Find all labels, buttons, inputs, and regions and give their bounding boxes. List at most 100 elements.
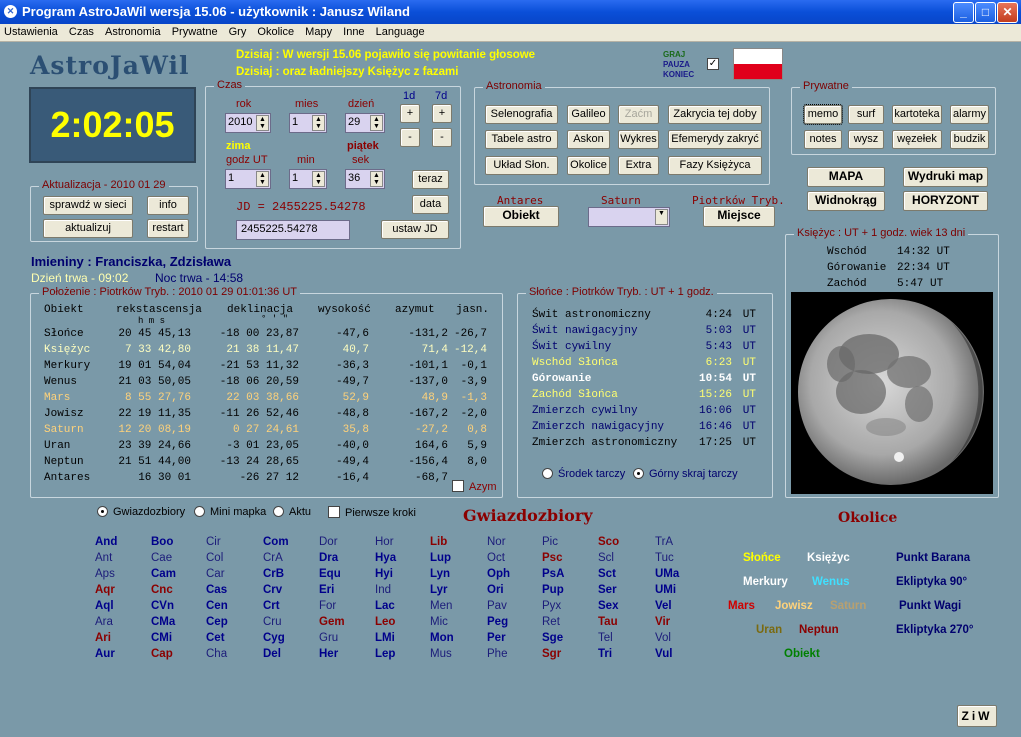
constellation-oct[interactable]: Oct bbox=[487, 552, 505, 564]
gorny-skraj-radio[interactable]: Górny skraj tarczy bbox=[633, 468, 738, 480]
minus-1d-button[interactable]: - bbox=[400, 128, 420, 147]
mapa-button[interactable]: MAPA bbox=[807, 167, 885, 187]
okolice-punkt-barana[interactable]: Punkt Barana bbox=[896, 552, 970, 564]
polish-flag-icon[interactable] bbox=[733, 48, 783, 80]
menu-prywatne[interactable]: Prywatne bbox=[168, 24, 222, 38]
constellation-cen[interactable]: Cen bbox=[206, 600, 228, 612]
constellation-mic[interactable]: Mic bbox=[430, 616, 448, 628]
constellation-aur[interactable]: Aur bbox=[95, 648, 115, 660]
game-graj[interactable]: GRAJ bbox=[663, 50, 694, 60]
mini-mapka-radio[interactable]: Mini mapka bbox=[194, 506, 266, 518]
constellation-tau[interactable]: Tau bbox=[598, 616, 618, 628]
constellation-sco[interactable]: Sco bbox=[598, 536, 619, 548]
constellation-scl[interactable]: Scl bbox=[598, 552, 614, 564]
galileo-button[interactable]: Galileo bbox=[567, 105, 610, 124]
constellation-hor[interactable]: Hor bbox=[375, 536, 394, 548]
wezelek-button[interactable]: węzełek bbox=[892, 130, 942, 149]
game-checkbox[interactable]: ✓ bbox=[707, 58, 719, 70]
constellation-equ[interactable]: Equ bbox=[319, 568, 341, 580]
restart-button[interactable]: restart bbox=[147, 219, 189, 238]
plus-7d-button[interactable]: + bbox=[432, 104, 452, 123]
planet-select[interactable]: ▼ bbox=[588, 207, 670, 227]
constellation-crt[interactable]: Crt bbox=[263, 600, 280, 612]
alarmy-button[interactable]: alarmy bbox=[950, 105, 989, 124]
constellation-del[interactable]: Del bbox=[263, 648, 281, 660]
game-pauza[interactable]: PAUZA bbox=[663, 60, 694, 70]
wysz-button[interactable]: wysz bbox=[848, 130, 884, 149]
gwiazdozbiory-radio[interactable]: Gwiazdozbiory bbox=[97, 506, 185, 518]
constellation-tel[interactable]: Tel bbox=[598, 632, 613, 644]
constellation-crv[interactable]: Crv bbox=[263, 584, 282, 596]
constellation-sct[interactable]: Sct bbox=[598, 568, 616, 580]
mies-spinner[interactable]: 1 ▲ ▼ bbox=[289, 113, 327, 133]
ziw-button[interactable]: ZiW bbox=[957, 705, 997, 727]
uklad-slon-button[interactable]: Układ Słon. bbox=[485, 156, 558, 175]
menu-astronomia[interactable]: Astronomia bbox=[101, 24, 165, 38]
constellation-lep[interactable]: Lep bbox=[375, 648, 395, 660]
godz-spinner[interactable]: 1 ▲ ▼ bbox=[225, 169, 271, 189]
check-online-button[interactable]: sprawdź w sieci bbox=[43, 196, 133, 215]
okolice-ksiezyc[interactable]: Księżyc bbox=[807, 552, 850, 564]
zakrycia-button[interactable]: Zakrycia tej doby bbox=[668, 105, 762, 124]
close-button[interactable]: ✕ bbox=[997, 2, 1018, 23]
constellation-cep[interactable]: Cep bbox=[206, 616, 228, 628]
constellation-ori[interactable]: Ori bbox=[487, 584, 504, 596]
constellation-ret[interactable]: Ret bbox=[542, 616, 560, 628]
constellation-cae[interactable]: Cae bbox=[151, 552, 172, 564]
constellation-lyr[interactable]: Lyr bbox=[430, 584, 447, 596]
constellation-mon[interactable]: Mon bbox=[430, 632, 454, 644]
constellation-her[interactable]: Her bbox=[319, 648, 338, 660]
okolice-jowisz[interactable]: Jowisz bbox=[775, 600, 813, 612]
menu-czas[interactable]: Czas bbox=[65, 24, 98, 38]
min-spinner[interactable]: 1 ▲ ▼ bbox=[289, 169, 327, 189]
constellation-aqr[interactable]: Aqr bbox=[95, 584, 115, 596]
menu-language[interactable]: Language bbox=[372, 24, 429, 38]
constellation-lmi[interactable]: LMi bbox=[375, 632, 395, 644]
extra-button[interactable]: Extra bbox=[618, 156, 659, 175]
constellation-tri[interactable]: Tri bbox=[598, 648, 612, 660]
plus-1d-button[interactable]: + bbox=[400, 104, 420, 123]
aktu-radio[interactable]: Aktu bbox=[273, 506, 311, 518]
constellation-psa[interactable]: PsA bbox=[542, 568, 564, 580]
constellation-cnc[interactable]: Cnc bbox=[151, 584, 173, 596]
menu-okolice[interactable]: Okolice bbox=[253, 24, 298, 38]
constellation-eri[interactable]: Eri bbox=[319, 584, 334, 596]
constellation-peg[interactable]: Peg bbox=[487, 616, 508, 628]
horyzont-button[interactable]: HORYZONT bbox=[903, 191, 988, 211]
constellation-men[interactable]: Men bbox=[430, 600, 452, 612]
constellation-cvn[interactable]: CVn bbox=[151, 600, 174, 612]
ustaw-jd-button[interactable]: ustaw JD bbox=[381, 220, 449, 239]
constellation-aps[interactable]: Aps bbox=[95, 568, 115, 580]
efemerydy-button[interactable]: Efemerydy zakryć bbox=[668, 130, 762, 149]
constellation-hyi[interactable]: Hyi bbox=[375, 568, 393, 580]
constellation-sgr[interactable]: Sgr bbox=[542, 648, 561, 660]
teraz-button[interactable]: teraz bbox=[412, 170, 449, 189]
constellation-vol[interactable]: Vol bbox=[655, 632, 671, 644]
constellation-per[interactable]: Per bbox=[487, 632, 506, 644]
constellation-sex[interactable]: Sex bbox=[598, 600, 618, 612]
okolice-uran[interactable]: Uran bbox=[756, 624, 782, 636]
constellation-cap[interactable]: Cap bbox=[151, 648, 173, 660]
constellation-ant[interactable]: Ant bbox=[95, 552, 112, 564]
constellation-pav[interactable]: Pav bbox=[487, 600, 507, 612]
constellation-cmi[interactable]: CMi bbox=[151, 632, 172, 644]
constellation-and[interactable]: And bbox=[95, 536, 117, 548]
info-button[interactable]: info bbox=[147, 196, 189, 215]
okolice-ekliptyka-270[interactable]: Ekliptyka 270° bbox=[896, 624, 973, 636]
constellation-lac[interactable]: Lac bbox=[375, 600, 395, 612]
constellation-dra[interactable]: Dra bbox=[319, 552, 338, 564]
constellation-ara[interactable]: Ara bbox=[95, 616, 113, 628]
okolice-saturn[interactable]: Saturn bbox=[830, 600, 866, 612]
maximize-button[interactable]: □ bbox=[975, 2, 996, 23]
constellation-cra[interactable]: CrA bbox=[263, 552, 283, 564]
constellation-ind[interactable]: Ind bbox=[375, 584, 391, 596]
okolice-obiekt[interactable]: Obiekt bbox=[784, 648, 820, 660]
constellation-tra[interactable]: TrA bbox=[655, 536, 673, 548]
constellation-umi[interactable]: UMi bbox=[655, 584, 676, 596]
widnokrag-button[interactable]: Widnokrąg bbox=[807, 191, 885, 211]
menu-gry[interactable]: Gry bbox=[225, 24, 251, 38]
game-koniec[interactable]: KONIEC bbox=[663, 70, 694, 80]
constellation-vul[interactable]: Vul bbox=[655, 648, 672, 660]
jd-input[interactable]: 2455225.54278 bbox=[236, 220, 350, 240]
fazy-ksiezyca-button[interactable]: Fazy Księżyca bbox=[668, 156, 762, 175]
